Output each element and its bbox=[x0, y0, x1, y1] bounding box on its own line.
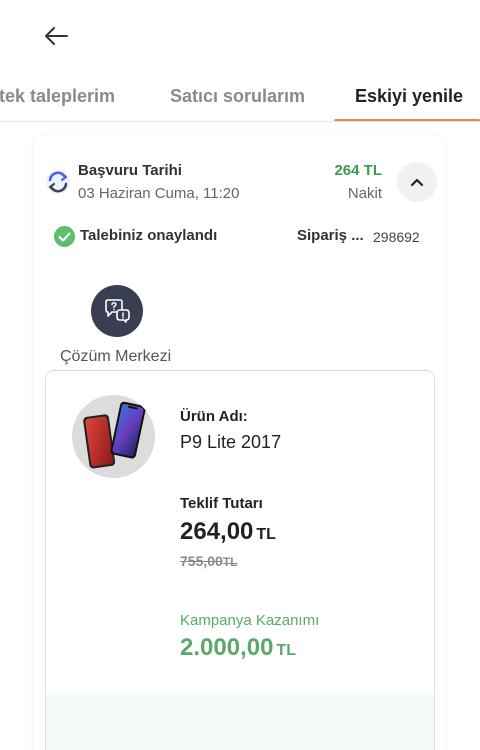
product-image bbox=[72, 395, 155, 478]
arrow-left-icon bbox=[45, 27, 68, 45]
campaign-gain-label: Kampanya Kazanımı bbox=[180, 612, 320, 629]
back-button[interactable] bbox=[40, 20, 72, 52]
tab-eskiyi-yenile[interactable]: Eskiyi yenile bbox=[334, 70, 480, 121]
chevron-up-icon bbox=[410, 178, 424, 187]
tab-taleplerim[interactable]: tek taleplerim bbox=[0, 70, 115, 121]
card-footer-area bbox=[46, 693, 434, 750]
apply-date-label: Başvuru Tarihi bbox=[78, 162, 182, 179]
help-center-button[interactable] bbox=[91, 285, 143, 337]
old-price: 755,00TL bbox=[180, 553, 238, 569]
order-number: 298692 bbox=[373, 229, 420, 245]
tab-bar: tek taleplerim Satıcı sorularım Eskiyi y… bbox=[0, 70, 480, 122]
status-text: Talebiniz onaylandı bbox=[80, 227, 218, 244]
phone-icon bbox=[83, 401, 146, 469]
apply-date-value: 03 Haziran Cuma, 11:20 bbox=[78, 185, 240, 202]
help-center-label[interactable]: Çözüm Merkezi bbox=[60, 348, 171, 366]
offer-amount-label: Teklif Tutarı bbox=[180, 495, 263, 512]
top-bar bbox=[0, 0, 480, 70]
product-name-label: Ürün Adı: bbox=[180, 408, 248, 425]
offer-amount: 264,00 TL bbox=[180, 518, 276, 546]
campaign-gain: 2.000,00 TL bbox=[180, 634, 296, 662]
campaign-gain-currency: TL bbox=[276, 642, 296, 659]
product-name: P9 Lite 2017 bbox=[180, 432, 282, 452]
order-number-label: Sipariş ... bbox=[297, 227, 364, 244]
order-price: 264 TL bbox=[334, 162, 382, 179]
old-price-currency: TL bbox=[222, 555, 238, 569]
payment-method: Nakit bbox=[347, 185, 382, 202]
old-price-number: 755,00 bbox=[180, 553, 223, 569]
campaign-gain-number: 2.000,00 bbox=[180, 634, 274, 661]
refresh-icon bbox=[46, 170, 70, 194]
offer-amount-currency: TL bbox=[256, 526, 276, 543]
check-circle-icon bbox=[54, 226, 75, 247]
chat-question-icon bbox=[105, 299, 130, 323]
tab-satici-sorularim[interactable]: Satıcı sorularım bbox=[170, 70, 305, 121]
offer-amount-number: 264,00 bbox=[180, 518, 254, 545]
collapse-button[interactable] bbox=[397, 162, 437, 202]
